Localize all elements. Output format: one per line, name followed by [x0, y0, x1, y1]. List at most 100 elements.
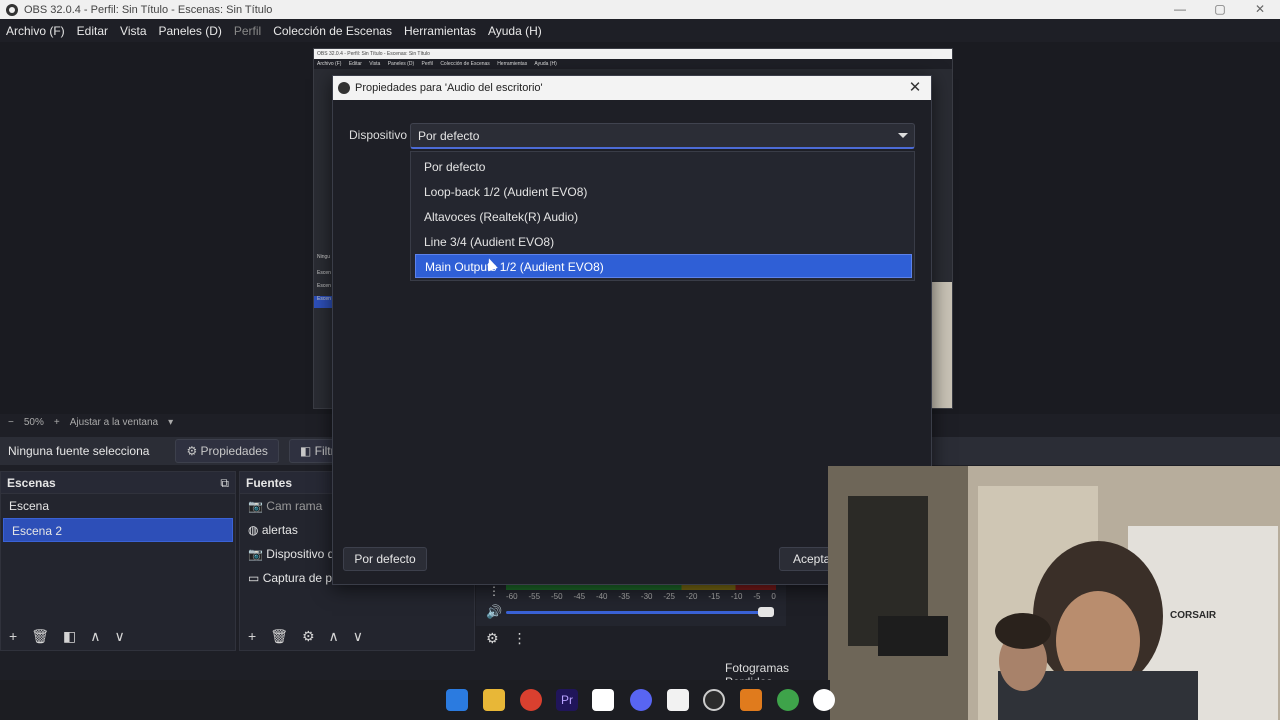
- meter-scale: -60 -55 -50 -45 -40 -35 -30 -25 -20 -15 …: [506, 592, 776, 601]
- nested-webcam-thumb: [932, 282, 952, 408]
- scale-tick: -35: [618, 592, 630, 601]
- windows-start-icon[interactable]: [446, 689, 468, 711]
- capcut-icon[interactable]: [592, 689, 614, 711]
- sources-title: Fuentes: [246, 476, 293, 490]
- nested-menu-bar: Archivo (F) Editar Vista Paneles (D) Per…: [314, 59, 952, 69]
- properties-button[interactable]: ⚙ Propiedades: [175, 439, 279, 463]
- dialog-title-bar: Propiedades para 'Audio del escritorio' …: [333, 76, 931, 100]
- fl-studio-icon[interactable]: [740, 689, 762, 711]
- chevron-down-icon[interactable]: ▾: [168, 417, 173, 428]
- discord-icon[interactable]: [630, 689, 652, 711]
- mixer-toolbar: ⚙ ⋮: [478, 630, 527, 647]
- device-option[interactable]: Line 3/4 (Audient EVO8): [415, 230, 912, 254]
- source-settings-icon[interactable]: ⚙: [302, 628, 315, 645]
- nested-menu-item: Colección de Escenas: [440, 61, 490, 67]
- add-source-icon[interactable]: +: [248, 628, 256, 645]
- scale-tick: 0: [771, 592, 776, 601]
- menu-coleccion-escenas[interactable]: Colección de Escenas: [273, 24, 392, 38]
- mixer-menu-icon[interactable]: ⋮: [488, 584, 500, 598]
- menu-vista[interactable]: Vista: [120, 24, 146, 38]
- camera-icon: 📷: [248, 547, 263, 561]
- source-label: Dispositivo d: [266, 547, 335, 561]
- nested-menu-item: Paneles (D): [387, 61, 415, 67]
- status-bar: Fotogramas Perdidos: [0, 656, 830, 689]
- obs-logo-icon: [6, 3, 18, 16]
- scene-item-selected[interactable]: Escena 2: [3, 518, 233, 542]
- speaker-icon[interactable]: 🔊: [486, 604, 502, 620]
- scale-tick: -10: [730, 592, 743, 601]
- device-option[interactable]: Altavoces (Realtek(R) Audio): [415, 205, 912, 229]
- nested-menu-item: Perfil: [421, 61, 433, 67]
- menu-perfil[interactable]: Perfil: [234, 24, 261, 38]
- obs-logo-icon: [338, 82, 350, 94]
- device-select[interactable]: Por defecto: [410, 123, 915, 149]
- chrome-icon[interactable]: [520, 689, 542, 711]
- move-up-icon[interactable]: ∧: [90, 628, 100, 645]
- scale-tick: -50: [550, 592, 563, 601]
- properties-label: Propiedades: [200, 444, 268, 458]
- webcam-overlay: CORSAIR: [828, 466, 1280, 720]
- source-label: alertas: [261, 523, 298, 537]
- file-explorer-icon[interactable]: [483, 689, 505, 711]
- close-icon[interactable]: ✕: [905, 76, 925, 100]
- menu-paneles[interactable]: Paneles (D): [159, 24, 222, 38]
- defaults-button[interactable]: Por defecto: [343, 547, 427, 571]
- zoom-value: 50%: [23, 416, 44, 428]
- device-option[interactable]: Por defecto: [415, 155, 912, 179]
- audio-mixer: ⋮ -60 -55 -50 -45 -40 -35 -30 -25 -20 -1…: [476, 578, 786, 626]
- zoom-out-button[interactable]: −: [8, 417, 14, 428]
- taskbar: Pr: [0, 680, 835, 720]
- chrome-alt-icon[interactable]: [777, 689, 799, 711]
- move-down-icon[interactable]: ∨: [353, 628, 363, 645]
- nested-menu-item: Herramientas: [497, 61, 528, 67]
- volume-slider[interactable]: [506, 611, 766, 614]
- add-scene-icon[interactable]: +: [9, 628, 17, 645]
- premiere-icon[interactable]: Pr: [556, 689, 578, 711]
- device-label: Dispositivo: [349, 128, 408, 142]
- nested-menu-item: Archivo (F): [317, 61, 342, 67]
- menu-archivo[interactable]: Archivo (F): [6, 24, 65, 38]
- maximize-button[interactable]: ▢: [1200, 0, 1240, 19]
- nested-title-bar: OBS 32.0.4 - Perfil: Sin Título - Escena…: [314, 49, 952, 59]
- scenes-toolbar: + 🗑 ◧ ∧ ∨: [1, 628, 125, 645]
- advanced-audio-icon[interactable]: ⚙: [486, 630, 499, 647]
- obs-taskbar-icon[interactable]: [703, 689, 725, 711]
- device-select-value: Por defecto: [418, 129, 480, 143]
- zoom-in-button[interactable]: +: [54, 417, 60, 428]
- scale-tick: -30: [640, 592, 653, 601]
- remove-source-icon[interactable]: 🗑: [270, 628, 288, 645]
- move-up-icon[interactable]: ∧: [329, 628, 339, 645]
- device-option[interactable]: Loop-back 1/2 (Audient EVO8): [415, 180, 912, 204]
- scale-tick: -45: [573, 592, 586, 601]
- zoom-bar: − 50% + Ajustar a la ventana ▾: [0, 414, 330, 430]
- chair-brand-logo: CORSAIR: [1170, 610, 1217, 621]
- filter-icon: ◧: [299, 444, 312, 458]
- scale-tick: -5: [753, 592, 761, 601]
- scene-item[interactable]: Escena: [1, 494, 235, 518]
- gear-icon: ⚙: [186, 444, 198, 458]
- fit-window-select[interactable]: Ajustar a la ventana: [70, 417, 158, 428]
- title-bar: OBS 32.0.4 - Perfil: Sin Título - Escena…: [0, 0, 1280, 19]
- scenes-dock-header: Escenas ⧉: [1, 472, 235, 494]
- remove-scene-icon[interactable]: 🗑: [31, 628, 49, 645]
- chevron-down-icon: [898, 133, 908, 138]
- mixer-more-icon[interactable]: ⋮: [513, 630, 527, 647]
- camera-icon: 📷: [248, 499, 263, 513]
- menu-editar[interactable]: Editar: [77, 24, 108, 38]
- scale-tick: -20: [685, 592, 698, 601]
- volume-slider-handle[interactable]: [758, 607, 774, 617]
- close-window-button[interactable]: ✕: [1240, 0, 1280, 19]
- scale-tick: -60: [506, 592, 518, 601]
- minimize-button[interactable]: —: [1160, 0, 1200, 19]
- dialog-title: Propiedades para 'Audio del escritorio': [355, 82, 543, 94]
- app-icon[interactable]: [813, 689, 835, 711]
- menu-ayuda[interactable]: Ayuda (H): [488, 24, 542, 38]
- scene-filters-icon[interactable]: ◧: [63, 628, 76, 645]
- notepad-icon[interactable]: [667, 689, 689, 711]
- scale-tick: -40: [595, 592, 608, 601]
- window-title: OBS 32.0.4 - Perfil: Sin Título - Escena…: [24, 3, 273, 16]
- menu-herramientas[interactable]: Herramientas: [404, 24, 476, 38]
- move-down-icon[interactable]: ∨: [114, 628, 124, 645]
- undock-icon[interactable]: ⧉: [220, 472, 229, 494]
- monitor-icon: ▭: [248, 571, 260, 585]
